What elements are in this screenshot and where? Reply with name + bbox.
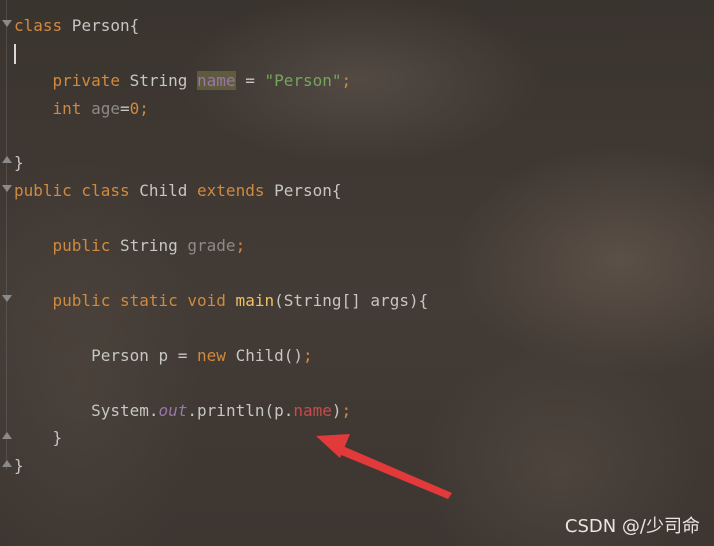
arrow-shaft — [334, 444, 452, 499]
watermark-text: CSDN @/少司命 — [564, 516, 700, 537]
red-annotation-arrow — [316, 434, 452, 499]
